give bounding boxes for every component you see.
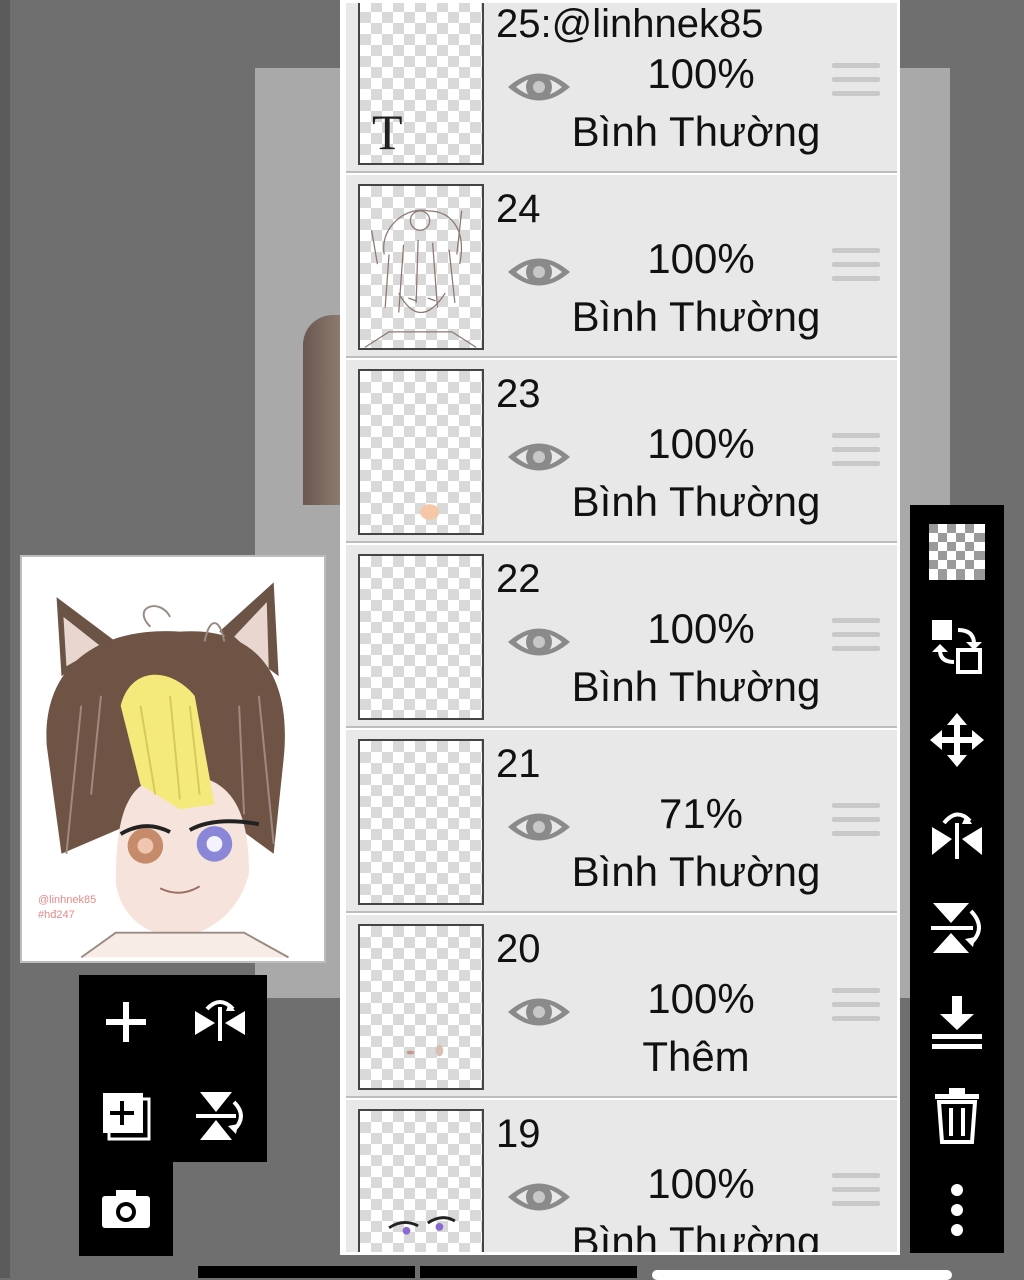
camera-button[interactable] <box>79 1162 173 1256</box>
more-icon <box>951 1184 963 1236</box>
camera-icon <box>102 1190 150 1228</box>
canvas-preview[interactable]: @linhnek85 #hđ247 <box>20 555 326 963</box>
layer-opacity[interactable]: 100% <box>611 235 791 283</box>
layer-opacity[interactable]: 71% <box>611 790 791 838</box>
eye-icon[interactable] <box>506 434 572 480</box>
canvas-artwork-fragment <box>303 315 343 505</box>
flip-horizontal-button[interactable] <box>910 787 1004 881</box>
drag-handle-icon[interactable] <box>832 433 880 475</box>
layer-row[interactable]: 22 100% Bình Thường <box>346 545 897 728</box>
layer-thumbnail <box>358 554 484 720</box>
drag-handle-icon[interactable] <box>832 248 880 290</box>
left-edge <box>0 0 10 1278</box>
flip-horizontal-icon <box>195 1000 245 1041</box>
layer-thumbnail <box>358 739 484 905</box>
layer-thumbnail <box>358 924 484 1090</box>
swap-layers-icon <box>932 620 982 674</box>
layer-name: 24 <box>496 187 541 231</box>
layer-row[interactable]: 24 100% Bình Thường <box>346 175 897 358</box>
add-layer-button[interactable] <box>79 975 173 1069</box>
layer-panel[interactable]: T 25:@linhnek85 100% Bình Thường 24 100%… <box>340 0 900 1255</box>
layer-blend-mode[interactable]: Bình Thường <box>546 108 846 156</box>
drag-handle-icon[interactable] <box>832 1173 880 1215</box>
layer-thumbnail <box>358 369 484 535</box>
flip-vertical-button[interactable] <box>173 1069 267 1163</box>
layer-row[interactable]: 21 71% Bình Thường <box>346 730 897 913</box>
delete-layer-button[interactable] <box>910 1069 1004 1163</box>
layer-row[interactable]: 19 100% Bình Thường <box>346 1100 897 1252</box>
watermark-handle: @linhnek85 <box>38 894 97 906</box>
move-button[interactable] <box>910 693 1004 787</box>
flip-vertical-icon <box>931 903 981 953</box>
layer-name: 25:@linhnek85 <box>496 2 764 46</box>
swap-layers-button[interactable] <box>910 599 1004 693</box>
bottom-bar-fragment <box>420 1266 637 1278</box>
drag-handle-icon[interactable] <box>832 63 880 105</box>
eye-icon[interactable] <box>506 249 572 295</box>
trash-icon <box>935 1088 979 1144</box>
flip-horizontal-icon <box>932 812 982 859</box>
eye-icon[interactable] <box>506 1174 572 1220</box>
more-button[interactable] <box>910 1163 1004 1257</box>
layer-name: 22 <box>496 557 541 601</box>
layer-opacity[interactable]: 100% <box>611 50 791 98</box>
drag-handle-icon[interactable] <box>832 988 880 1030</box>
layer-opacity[interactable]: 100% <box>611 975 791 1023</box>
bottom-bar-fragment <box>198 1266 415 1278</box>
drag-handle-icon[interactable] <box>832 803 880 845</box>
merge-down-button[interactable] <box>910 975 1004 1069</box>
transparency-button[interactable] <box>910 505 1004 599</box>
watermark-hashtag: #hđ247 <box>38 909 75 921</box>
eye-icon[interactable] <box>506 619 572 665</box>
layer-name: 19 <box>496 1112 541 1156</box>
layer-thumbnail <box>358 1109 484 1252</box>
layer-row[interactable]: 20 100% Thêm <box>346 915 897 1098</box>
layer-name: 20 <box>496 927 541 971</box>
flip-vertical-button[interactable] <box>910 881 1004 975</box>
flip-horizontal-button[interactable] <box>173 975 267 1069</box>
layer-blend-mode[interactable]: Bình Thường <box>546 848 846 896</box>
layer-blend-mode[interactable]: Bình Thường <box>546 478 846 526</box>
move-icon <box>930 713 984 767</box>
add-copy-layer-icon <box>103 1093 151 1141</box>
layer-row[interactable]: 23 100% Bình Thường <box>346 360 897 543</box>
text-layer-icon: T <box>372 104 403 160</box>
layer-thumbnail: T <box>358 3 484 165</box>
layer-name: 21 <box>496 742 541 786</box>
layer-opacity[interactable]: 100% <box>611 1160 791 1208</box>
layer-opacity[interactable]: 100% <box>611 605 791 653</box>
add-layer-icon <box>106 1002 146 1042</box>
layer-blend-mode[interactable]: Thêm <box>546 1033 846 1081</box>
layer-opacity[interactable]: 100% <box>611 420 791 468</box>
merge-down-icon <box>932 996 982 1049</box>
eye-icon[interactable] <box>506 64 572 110</box>
drag-handle-icon[interactable] <box>832 618 880 660</box>
layer-row[interactable]: T 25:@linhnek85 100% Bình Thường <box>346 2 897 173</box>
flip-vertical-icon <box>196 1092 243 1140</box>
eye-icon[interactable] <box>506 989 572 1035</box>
layer-blend-mode[interactable]: Bình Thường <box>546 293 846 341</box>
layer-blend-mode[interactable]: Bình Thường <box>546 1218 846 1252</box>
transparency-icon <box>929 524 985 580</box>
right-toolbar <box>910 505 1004 1253</box>
layer-name: 23 <box>496 372 541 416</box>
add-copy-layer-button[interactable] <box>79 1069 173 1163</box>
layer-thumbnail <box>358 184 484 350</box>
eye-icon[interactable] <box>506 804 572 850</box>
layer-blend-mode[interactable]: Bình Thường <box>546 663 846 711</box>
bottom-field-fragment <box>652 1270 952 1280</box>
